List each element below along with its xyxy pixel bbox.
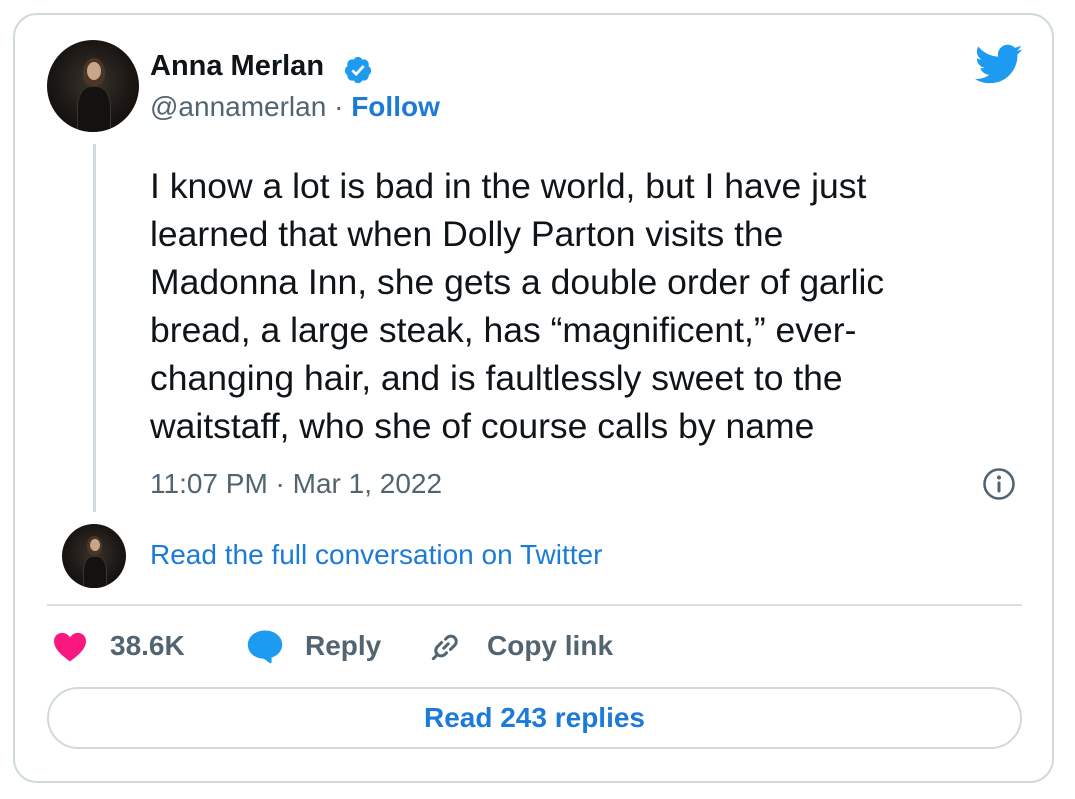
- copy-link-label: Copy link: [487, 630, 614, 661]
- conversation-avatar: [62, 524, 126, 588]
- tweet-timestamp[interactable]: 11:07 PM · Mar 1, 2022: [150, 468, 442, 500]
- read-conversation-link[interactable]: Read the full conversation on Twitter: [150, 539, 602, 571]
- follow-button[interactable]: Follow: [351, 91, 440, 122]
- heart-icon: [54, 632, 86, 662]
- like-count: 38.6K: [110, 630, 185, 661]
- speech-bubble-icon: [247, 630, 283, 664]
- copy-link-button[interactable]: Copy link: [427, 625, 613, 667]
- divider: [47, 604, 1022, 606]
- author-name[interactable]: Anna Merlan: [150, 50, 324, 83]
- reply-button[interactable]: Reply: [245, 625, 381, 667]
- link-icon: [431, 634, 458, 661]
- author-handle[interactable]: @annamerlan: [150, 91, 326, 122]
- author-handle-row: @annamerlan · Follow: [150, 91, 440, 123]
- verified-badge-icon: [344, 56, 372, 84]
- read-replies-button[interactable]: Read 243 replies: [47, 687, 1022, 749]
- thread-line: [93, 144, 96, 512]
- info-icon[interactable]: [982, 467, 1016, 501]
- handle-separator: ·: [326, 91, 352, 122]
- tweet-text: I know a lot is bad in the world, but I …: [150, 166, 885, 446]
- reply-label: Reply: [305, 630, 382, 661]
- twitter-bird-icon[interactable]: [973, 43, 1023, 85]
- author-avatar[interactable]: [47, 40, 139, 132]
- like-button[interactable]: 38.6K: [52, 625, 185, 667]
